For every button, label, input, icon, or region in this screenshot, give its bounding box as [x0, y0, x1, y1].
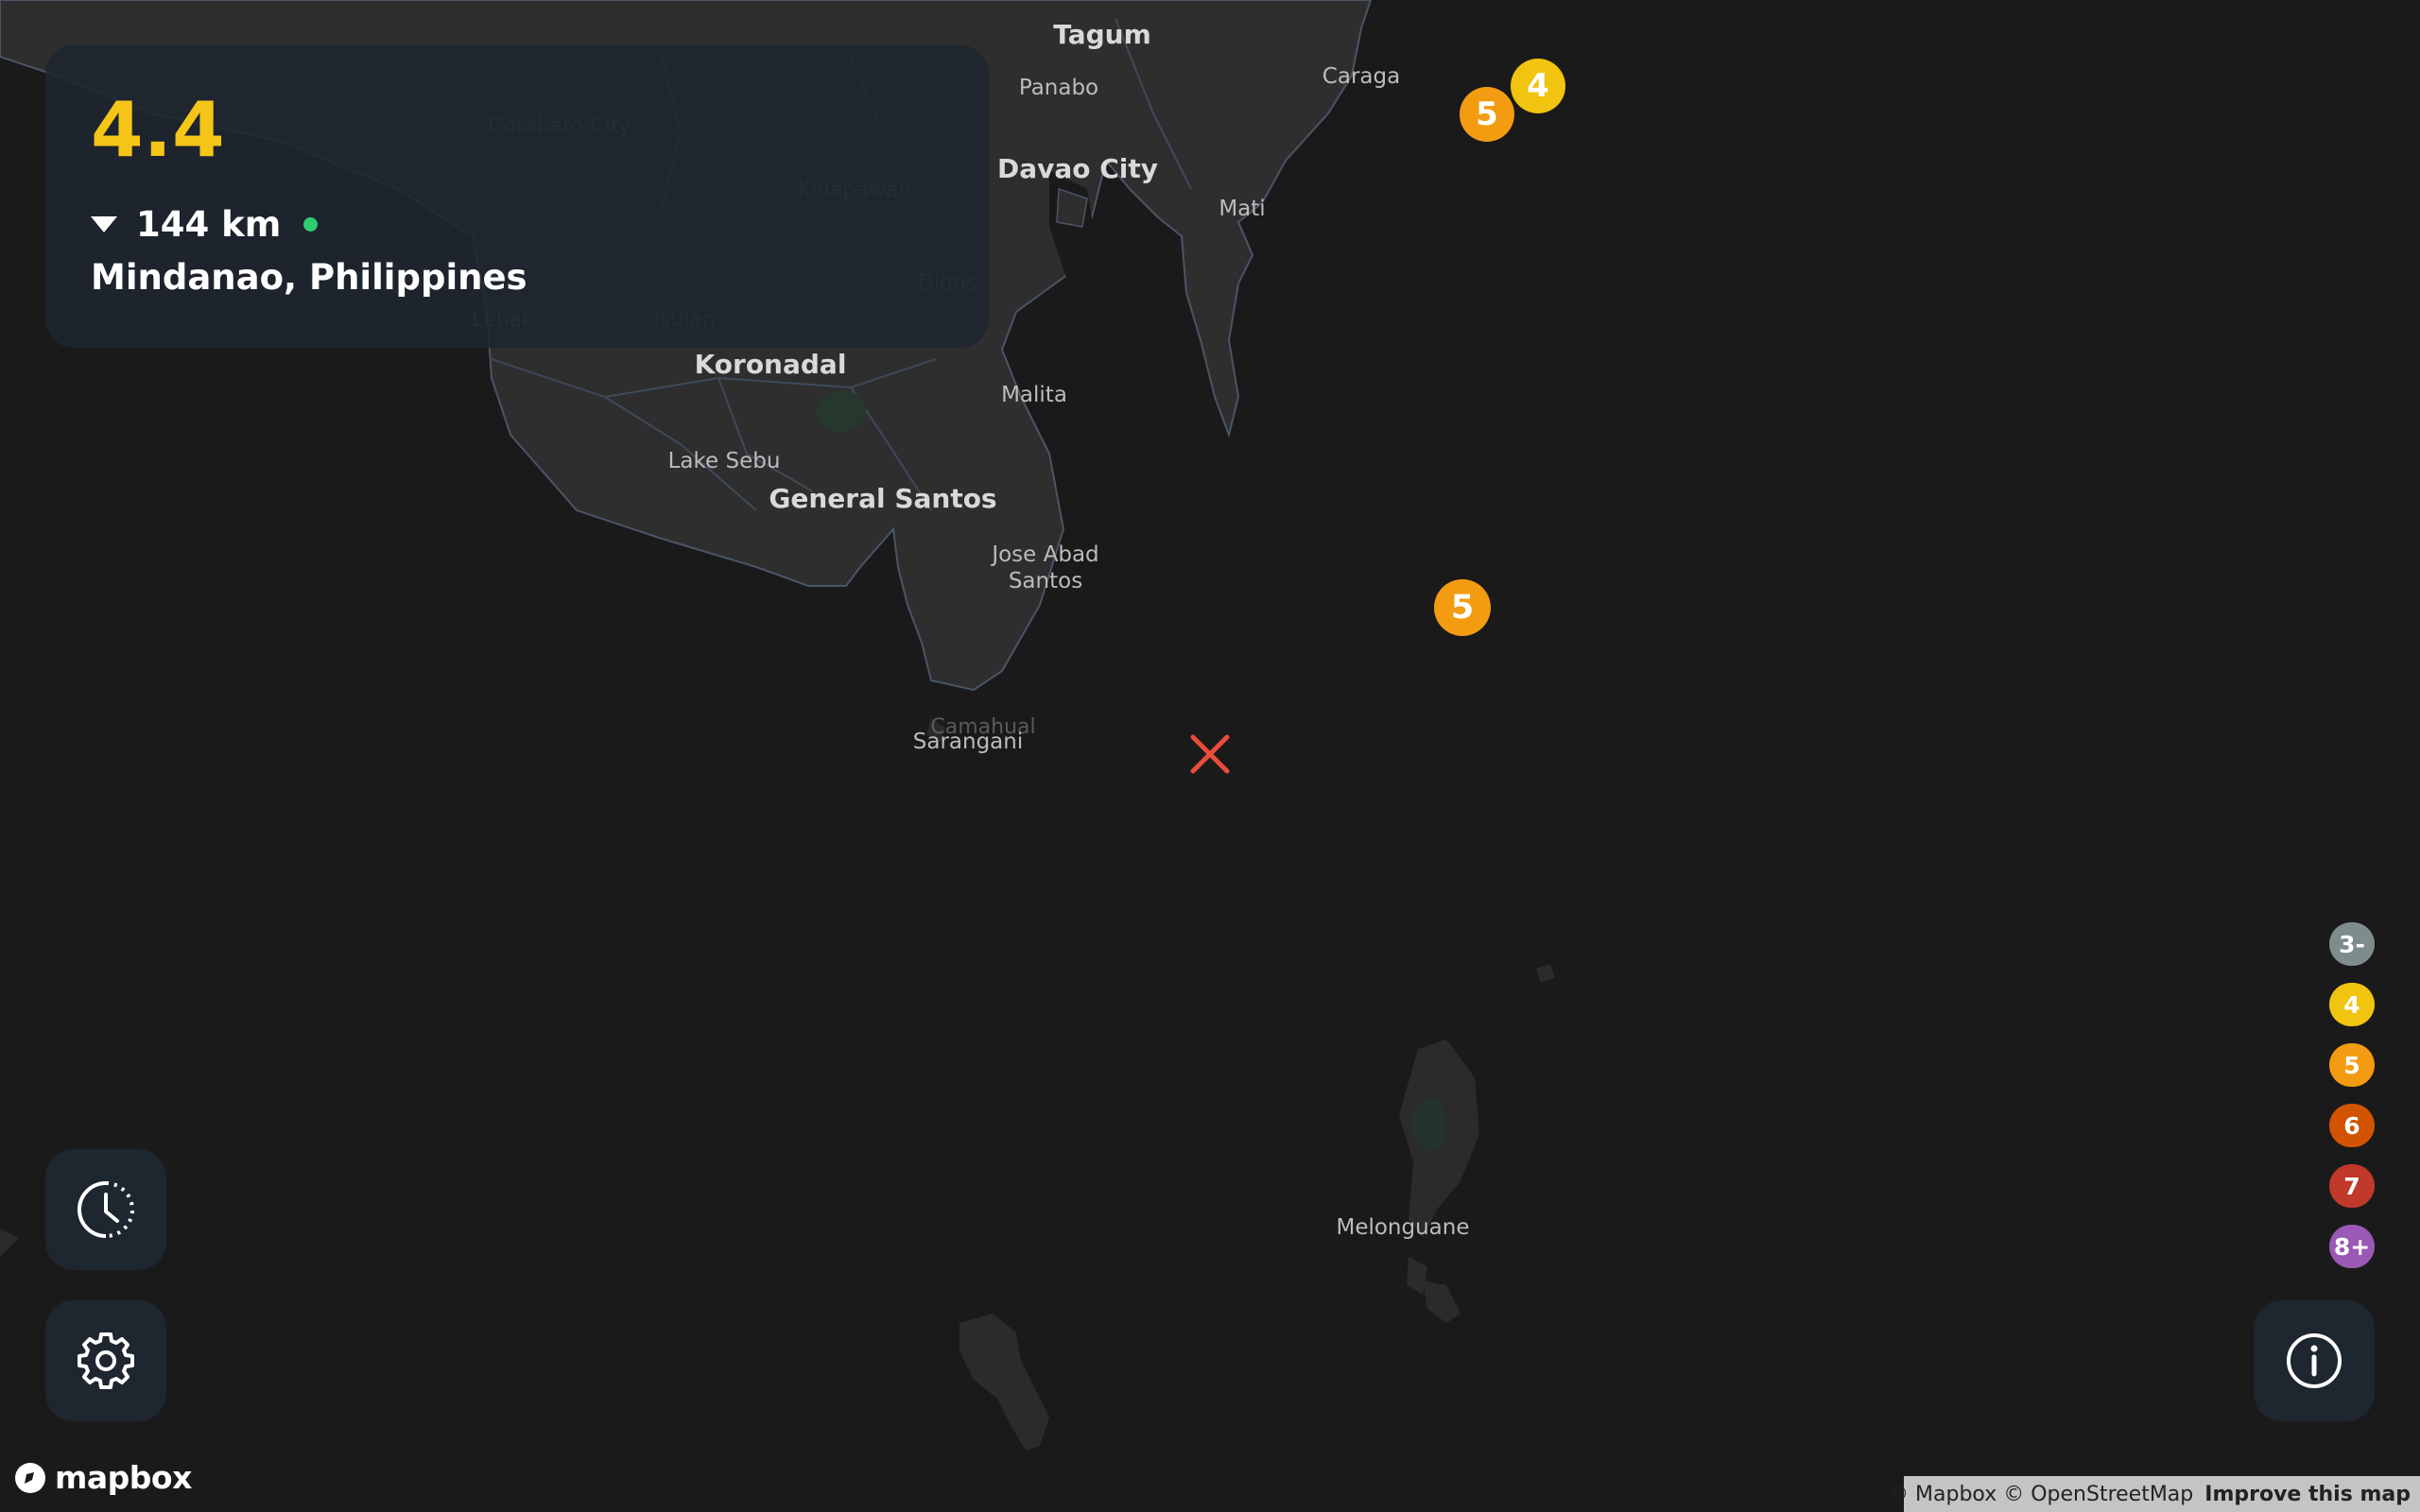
earthquake-marker[interactable]: 4	[1511, 59, 1565, 113]
place-label: Sarangani	[913, 730, 1023, 754]
legend-chip: 4	[2329, 983, 2375, 1026]
place-label: Davao City	[997, 153, 1158, 184]
place-label: Santos	[1009, 569, 1082, 593]
legend-chip: 8+	[2329, 1225, 2375, 1268]
depth-value: 144 km	[136, 203, 282, 245]
status-dot-icon	[303, 216, 319, 232]
history-button[interactable]	[45, 1149, 166, 1270]
depth-down-arrow-icon	[91, 215, 117, 232]
place-label: Panabo	[1019, 76, 1098, 100]
place-label: Jose Abad	[990, 542, 1098, 567]
magnitude-value: 4.4	[91, 86, 225, 174]
legend-chip: 3-	[2329, 922, 2375, 966]
location-label: Mindanao, Philippines	[91, 257, 527, 298]
depth-row: 144 km	[91, 200, 943, 248]
clock-history-icon	[78, 1181, 134, 1238]
attribution-text[interactable]: © Mapbox © OpenStreetMap	[1888, 1483, 2193, 1506]
place-label: Malita	[1001, 383, 1067, 407]
info-button[interactable]	[2254, 1300, 2375, 1421]
mapbox-logo[interactable]: mapbox	[13, 1459, 192, 1496]
earthquake-marker[interactable]: 5	[1434, 579, 1491, 636]
map-attribution: © Mapbox © OpenStreetMap Improve this ma…	[1888, 1476, 2420, 1512]
earthquake-marker[interactable]: 5	[1460, 87, 1514, 142]
place-label: Mati	[1219, 197, 1265, 221]
improve-map-link[interactable]: Improve this map	[2204, 1483, 2411, 1506]
info-icon	[2287, 1333, 2342, 1388]
legend-chip: 6	[2329, 1104, 2375, 1147]
gear-icon	[78, 1332, 134, 1389]
place-label: General Santos	[769, 483, 996, 514]
legend-chip: 7	[2329, 1164, 2375, 1208]
magnitude-legend: 3- 4 5 6 7 8+	[2329, 922, 2375, 1285]
mapbox-logo-text: mapbox	[55, 1459, 192, 1496]
legend-chip: 5	[2329, 1043, 2375, 1087]
earthquake-info-panel[interactable]: 4.4 144 km Mindanao, Philippines	[45, 45, 989, 348]
place-label: Caraga	[1322, 64, 1400, 89]
mapbox-logo-icon	[15, 1462, 45, 1493]
place-label: Tagum	[1053, 19, 1151, 50]
place-label: Koronadal	[695, 349, 847, 380]
settings-button[interactable]	[45, 1300, 166, 1421]
place-label: Melonguane	[1336, 1215, 1469, 1240]
place-label: Lake Sebu	[668, 449, 781, 473]
